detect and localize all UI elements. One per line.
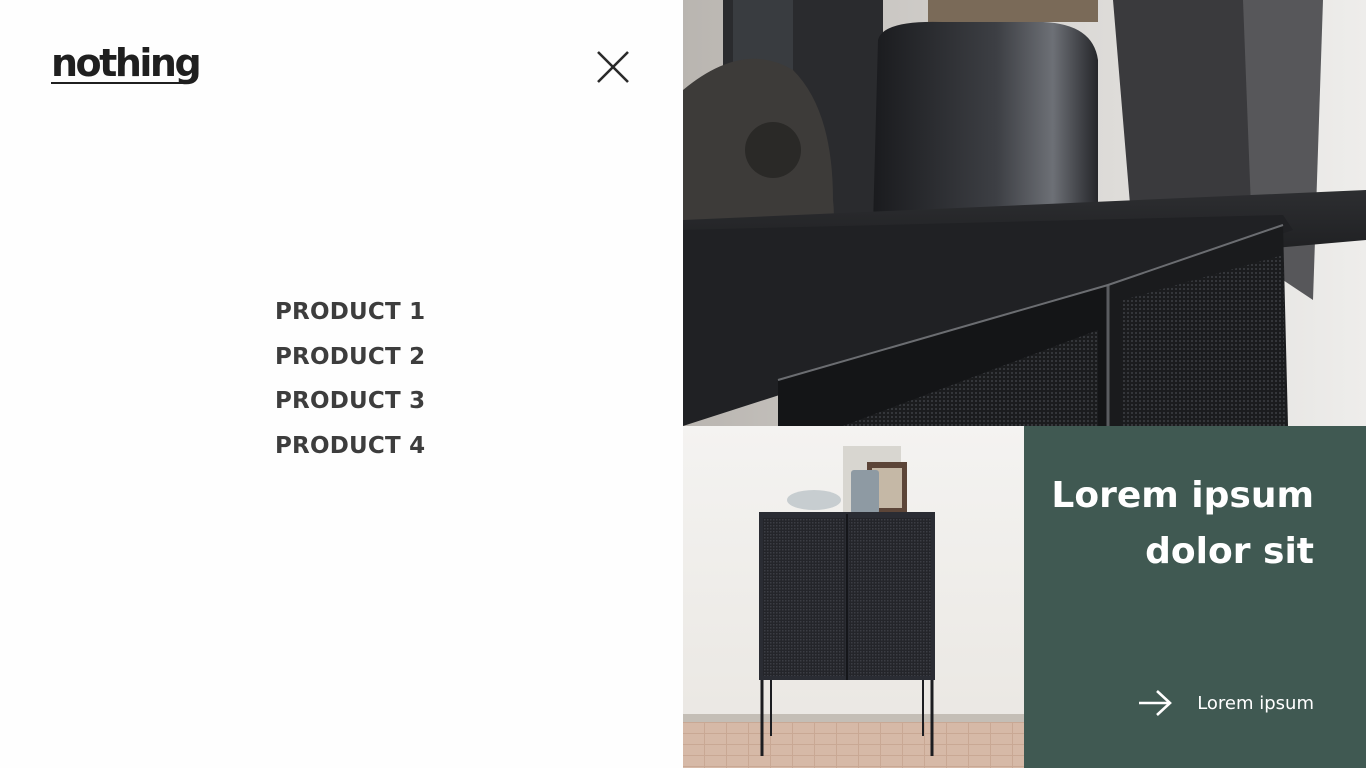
menu-item-product-4[interactable]: PRODUCT 4 (275, 429, 425, 474)
promo-link[interactable]: Lorem ipsum (1137, 688, 1314, 718)
cabinet-full-photo (683, 426, 1024, 768)
arrow-right-icon (1137, 688, 1173, 718)
promo-link-label[interactable]: Lorem ipsum (1197, 693, 1314, 714)
promo-title-line-1: Lorem ipsum (1051, 475, 1314, 516)
promo-title: Lorem ipsum dolor sit (1034, 468, 1314, 580)
product-menu: PRODUCT 1 PRODUCT 2 PRODUCT 3 PRODUCT 4 (275, 295, 425, 473)
menu-panel: nothing PRODUCT 1 PRODUCT 2 PRODUCT 3 PR… (0, 0, 683, 768)
menu-item-product-2[interactable]: PRODUCT 2 (275, 340, 425, 385)
menu-item-product-1[interactable]: PRODUCT 1 (275, 295, 425, 340)
promo-title-line-2: dolor sit (1145, 531, 1314, 572)
cabinet-closeup-photo (683, 0, 1366, 426)
promo-panel: Lorem ipsum dolor sit Lorem ipsum (1024, 426, 1366, 768)
menu-item-product-3[interactable]: PRODUCT 3 (275, 384, 425, 429)
logo-underline (51, 82, 187, 84)
brand-logo[interactable]: nothing (51, 44, 202, 82)
close-button[interactable] (594, 48, 632, 86)
close-icon (597, 51, 629, 83)
